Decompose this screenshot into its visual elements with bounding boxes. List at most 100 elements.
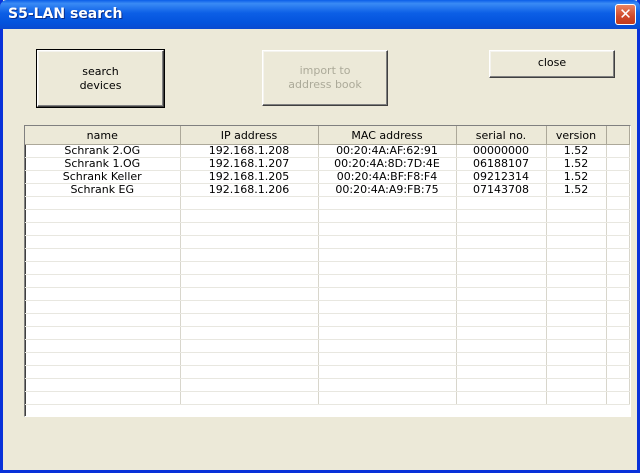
table-cell: Schrank EG (25, 183, 181, 197)
table-cell: 09212314 (456, 170, 547, 184)
table-cell (456, 326, 547, 340)
table-cell (25, 209, 181, 223)
table-cell (546, 391, 607, 405)
table-cell: 00:20:4A:8D:7D:4E (318, 157, 457, 171)
table-row[interactable] (25, 287, 630, 301)
column-header-name[interactable]: name (25, 126, 181, 145)
table-cell (180, 326, 319, 340)
table-cell: 00000000 (456, 144, 547, 158)
table-cell: Schrank Keller (25, 170, 181, 184)
table-row[interactable] (25, 300, 630, 314)
table-cell-filler (606, 209, 630, 223)
table-cell (318, 235, 457, 249)
table-cell (180, 365, 319, 379)
table-row[interactable]: Schrank 2.OG 192.168.1.208 00:20:4A:AF:62:… (25, 144, 630, 158)
table-row[interactable] (25, 209, 630, 223)
table-cell (25, 326, 181, 340)
table-cell (318, 391, 457, 405)
table-row[interactable]: Schrank EG 192.168.1.206 00:20:4A:A9:FB:75… (25, 183, 630, 197)
column-header-serial-no[interactable]: serial no. (456, 126, 547, 145)
table-cell (25, 222, 181, 236)
table-cell (180, 352, 319, 366)
table-cell (180, 274, 319, 288)
table-cell (25, 287, 181, 301)
table-cell-filler (606, 365, 630, 379)
table-row[interactable] (25, 261, 630, 275)
table-cell-filler (606, 183, 630, 197)
table-cell (318, 326, 457, 340)
table-cell (180, 300, 319, 314)
table-cell (456, 235, 547, 249)
table-cell (456, 339, 547, 353)
table-cell-filler (606, 157, 630, 171)
table-cell: Schrank 2.OG (25, 144, 181, 158)
table-cell-filler (606, 235, 630, 249)
table-cell (546, 261, 607, 275)
table-cell-filler (606, 274, 630, 288)
table-cell (546, 274, 607, 288)
table-cell-filler (606, 287, 630, 301)
column-header-ip-address[interactable]: IP address (180, 126, 319, 145)
table-cell (318, 339, 457, 353)
table-cell: 07143708 (456, 183, 547, 197)
table-cell (546, 196, 607, 210)
device-list[interactable]: name IP address MAC address serial no. v… (24, 125, 631, 417)
table-cell-filler (606, 391, 630, 405)
close-button[interactable]: close (489, 50, 615, 78)
table-row[interactable] (25, 196, 630, 210)
table-row[interactable] (25, 365, 630, 379)
table-row[interactable] (25, 248, 630, 262)
table-row[interactable]: Schrank Keller 192.168.1.205 00:20:4A:BF:F… (25, 170, 630, 184)
table-cell (456, 248, 547, 262)
table-cell (25, 235, 181, 249)
table-cell (456, 287, 547, 301)
table-cell (546, 339, 607, 353)
table-cell (456, 274, 547, 288)
table-cell (180, 235, 319, 249)
column-header-version[interactable]: version (546, 126, 607, 145)
table-row[interactable] (25, 339, 630, 353)
import-label: import to address book (288, 64, 362, 91)
close-label: close (537, 56, 567, 69)
table-cell (318, 300, 457, 314)
table-cell (456, 391, 547, 405)
table-cell-filler (606, 261, 630, 275)
s5-lan-search-window: S5-LAN search ✕ search devices import to… (0, 0, 640, 473)
table-cell: 192.168.1.205 (180, 170, 319, 184)
table-cell (180, 248, 319, 262)
table-cell (318, 352, 457, 366)
table-cell: 192.168.1.208 (180, 144, 319, 158)
table-cell (180, 209, 319, 223)
table-row[interactable] (25, 326, 630, 340)
table-row[interactable] (25, 235, 630, 249)
table-row[interactable] (25, 222, 630, 236)
table-cell (456, 378, 547, 392)
table-cell (318, 261, 457, 275)
table-header-row: name IP address MAC address serial no. v… (25, 126, 630, 145)
table-cell-filler (606, 196, 630, 210)
table-row[interactable]: Schrank 1.OG 192.168.1.207 00:20:4A:8D:7D:… (25, 157, 630, 171)
table-row[interactable] (25, 274, 630, 288)
title-bar[interactable]: S5-LAN search ✕ (0, 0, 640, 29)
table-row[interactable] (25, 378, 630, 392)
table-cell (25, 261, 181, 275)
table-cell-filler (606, 378, 630, 392)
table-cell (318, 274, 457, 288)
table-cell (456, 261, 547, 275)
table-cell (318, 313, 457, 327)
window-close-icon[interactable]: ✕ (615, 4, 636, 25)
table-cell (25, 378, 181, 392)
table-cell (25, 274, 181, 288)
table-cell (546, 352, 607, 366)
table-row[interactable] (25, 391, 630, 405)
column-header-mac-address[interactable]: MAC address (318, 126, 457, 145)
table-cell (546, 235, 607, 249)
table-row[interactable] (25, 313, 630, 327)
table-cell-filler (606, 313, 630, 327)
table-row[interactable] (25, 352, 630, 366)
search-devices-button[interactable]: search devices (36, 49, 165, 108)
window-title: S5-LAN search (8, 6, 123, 22)
device-table: name IP address MAC address serial no. v… (25, 126, 630, 405)
table-cell (25, 196, 181, 210)
table-cell: 1.52 (546, 170, 607, 184)
